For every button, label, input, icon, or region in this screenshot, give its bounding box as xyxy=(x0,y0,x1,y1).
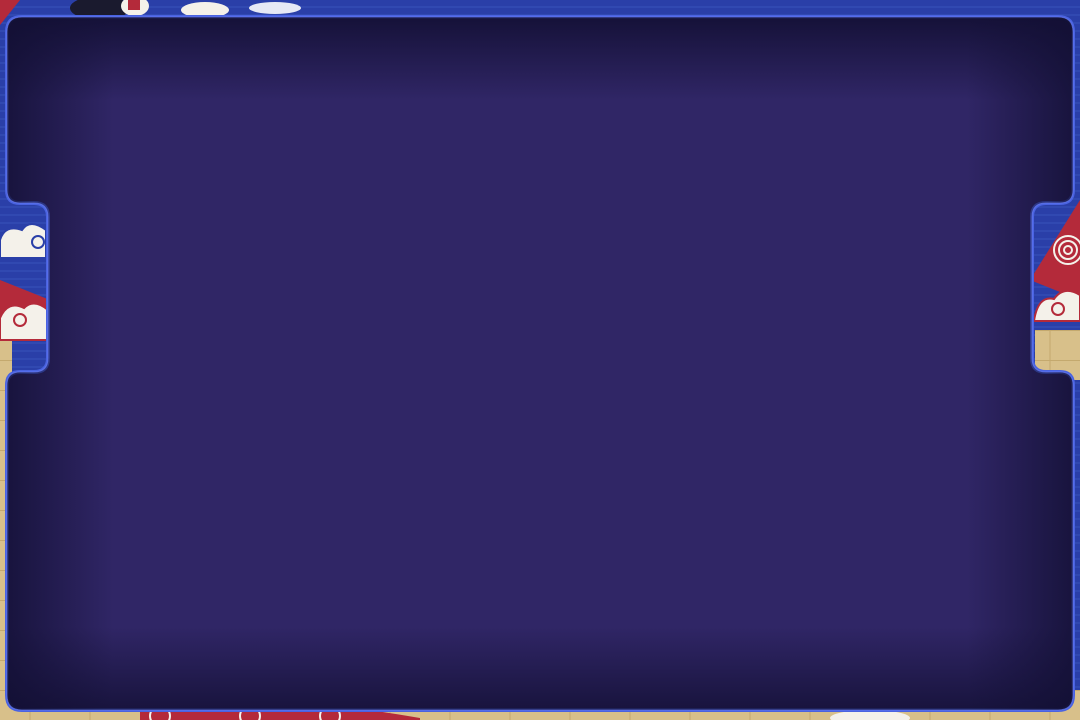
dialog-panel xyxy=(5,15,1075,712)
game-screen xyxy=(0,0,1080,720)
